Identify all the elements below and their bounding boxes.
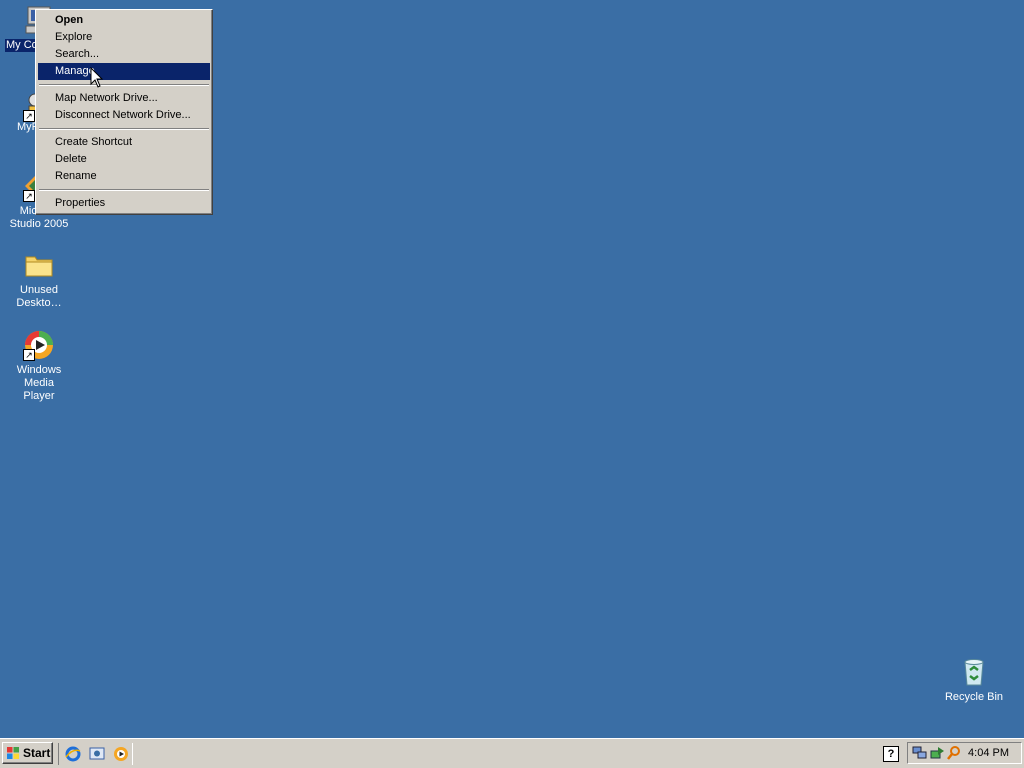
desktop-icon-label: Unused Deskto… [16,284,62,309]
start-button[interactable]: Start [2,742,53,764]
menu-item-open[interactable]: Open [38,12,210,29]
quick-launch-bar [58,743,133,765]
desktop-icon-label: Recycle Bin [944,691,1004,703]
shortcut-arrow-icon: ↗ [23,190,35,202]
menu-item-manage[interactable]: Manage [38,63,210,80]
menu-item-search[interactable]: Search... [38,46,210,63]
desktop-icon-unused-desktop[interactable]: Unused Deskto… [0,249,78,310]
safely-remove-hardware-icon[interactable] [929,745,945,761]
search-magnifier-icon[interactable] [946,745,962,761]
desktop[interactable]: My Co ↗ MyP ↗ Microso Studio 2005 Unused… [0,0,1024,738]
windows-flag-icon [7,747,19,759]
desktop-icon-label: Windows Media Player [16,364,62,402]
menu-item-properties[interactable]: Properties [38,195,210,212]
menu-item-explore[interactable]: Explore [38,29,210,46]
media-player-quicklaunch-icon[interactable] [112,745,130,763]
shortcut-arrow-icon: ↗ [23,349,35,361]
menu-item-create-shortcut[interactable]: Create Shortcut [38,134,210,151]
menu-item-disconnect-network-drive[interactable]: Disconnect Network Drive... [38,107,210,124]
start-label: Start [23,746,51,760]
network-icon[interactable] [912,745,928,761]
desktop-icon-windows-media-player[interactable]: ↗ Windows Media Player [0,329,78,403]
taskbar: Start ? 4:04 PM [0,738,1024,768]
internet-explorer-icon[interactable] [64,745,82,763]
recycle-bin-icon [958,656,990,688]
show-desktop-icon[interactable] [88,745,106,763]
menu-item-delete[interactable]: Delete [38,151,210,168]
context-menu: Open Explore Search... Manage Map Networ… [35,9,213,215]
menu-item-rename[interactable]: Rename [38,168,210,185]
system-tray: 4:04 PM [907,742,1022,764]
help-icon[interactable]: ? [883,746,899,762]
menu-separator [39,189,209,191]
menu-separator [39,128,209,130]
menu-separator [39,84,209,86]
taskbar-clock[interactable]: 4:04 PM [968,743,1009,763]
desktop-icon-recycle-bin[interactable]: Recycle Bin [935,656,1013,704]
menu-item-map-network-drive[interactable]: Map Network Drive... [38,90,210,107]
media-player-icon: ↗ [23,329,55,361]
desktop-icon-label: My Co [5,39,39,52]
folder-icon [23,249,55,281]
